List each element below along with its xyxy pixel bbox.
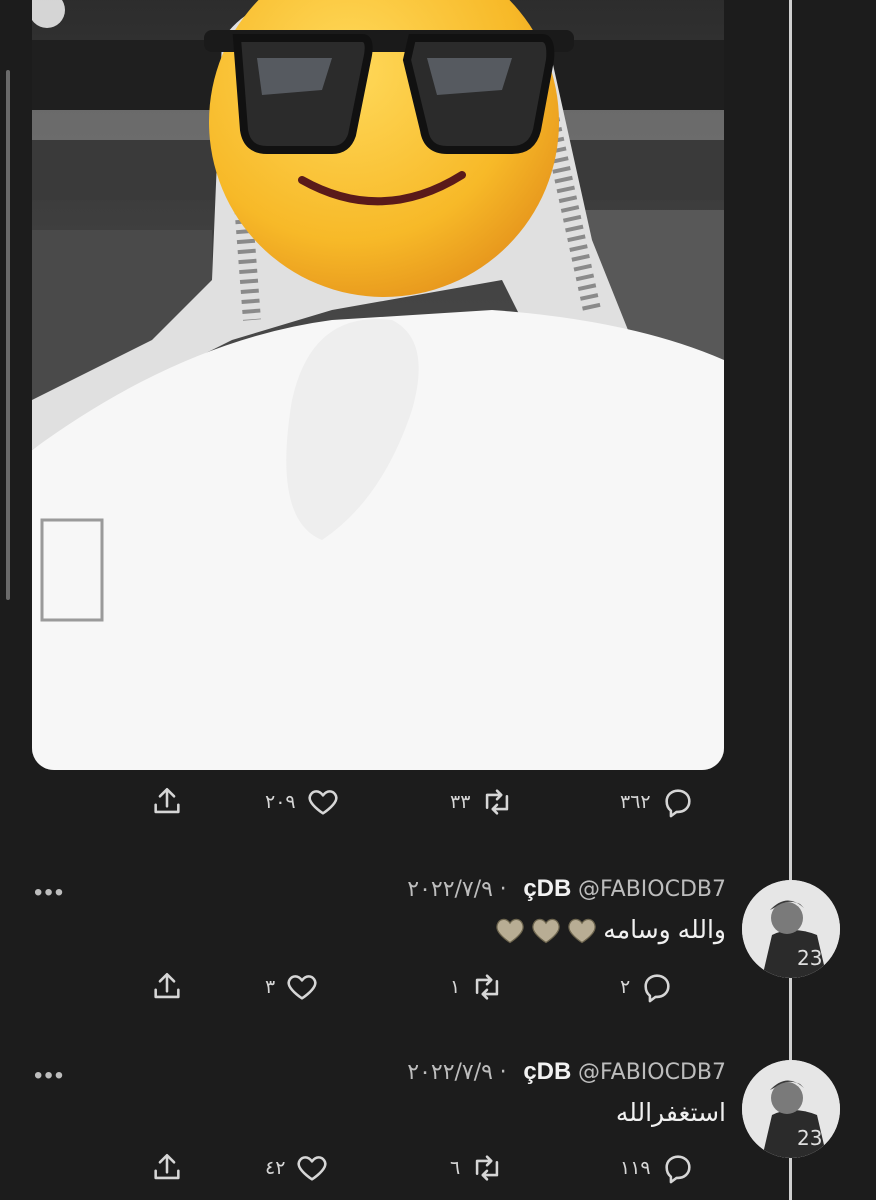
thread-line (789, 0, 792, 1200)
comment-bubble-icon (665, 1155, 691, 1184)
share-button[interactable] (150, 970, 184, 1004)
share-upload-icon (154, 787, 180, 814)
tweet-action-bar: ٣ ١ ٢ (150, 970, 730, 1010)
like-count: ٣ (265, 976, 276, 998)
reply-count: ١١٩ (620, 1157, 651, 1179)
tweet-text-content: استغفرالله (615, 1099, 726, 1127)
tweet-date[interactable]: ٢٠٢٢/٧/٩ (407, 877, 493, 902)
more-options-button[interactable]: ••• (34, 879, 65, 907)
heart-outline-icon (297, 1156, 327, 1181)
tweet-text: استغفرالله (616, 1098, 726, 1128)
retweet-count: ١ (450, 976, 461, 998)
share-upload-icon (154, 972, 180, 999)
avatar[interactable]: 23 (742, 1060, 840, 1158)
retweet-count: ٦ (450, 1157, 461, 1179)
tweet-meta: çDB @FABIOCDB7 · ٢٠٢٢/٧/٩ (407, 875, 726, 903)
retweet-icon (476, 974, 499, 1000)
tweet-text-content: والله وسامه (603, 916, 726, 944)
display-name[interactable]: çDB (523, 875, 571, 902)
retweet-button[interactable]: ٦ (450, 1151, 504, 1185)
svg-text:23: 23 (797, 946, 822, 970)
reply-button[interactable]: ٢ (620, 970, 674, 1004)
share-button[interactable] (150, 785, 184, 819)
reply-count: ٢ (620, 976, 631, 998)
retweet-icon (476, 1155, 499, 1181)
retweet-button[interactable]: ٣٣ (450, 785, 514, 819)
share-upload-icon (154, 1153, 180, 1180)
svg-text:23: 23 (797, 1126, 822, 1150)
tweet-meta: çDB @FABIOCDB7 · ٢٠٢٢/٧/٩ (407, 1058, 726, 1086)
avatar-image: 23 (742, 880, 840, 978)
like-button[interactable]: ٢٠٩ (265, 785, 340, 819)
avatar[interactable]: 23 (742, 880, 840, 978)
avatar-image: 23 (742, 1060, 840, 1158)
comment-bubble-icon (665, 789, 691, 818)
like-button[interactable]: ٣ (265, 970, 319, 1004)
like-count: ٢٠٩ (265, 791, 296, 813)
username[interactable]: @FABIOCDB7 (578, 1060, 726, 1085)
heart-outline-icon (308, 790, 338, 815)
tweet-date[interactable]: ٢٠٢٢/٧/٩ (407, 1060, 493, 1085)
tweet-action-bar: ٢٠٩ ٣٣ ٣٦٢ (150, 785, 730, 825)
white-heart-emoji-icon (568, 918, 596, 944)
white-heart-emoji-icon (496, 918, 524, 944)
reply-count: ٣٦٢ (620, 791, 651, 813)
like-button[interactable]: ٤٢ (265, 1151, 329, 1185)
retweet-icon (486, 789, 509, 815)
more-dots-icon: ••• (34, 879, 66, 906)
share-button[interactable] (150, 1151, 184, 1185)
white-heart-emoji-icon (532, 918, 560, 944)
more-dots-icon: ••• (34, 1062, 66, 1089)
tweet-text: والله وسامه (495, 915, 726, 945)
like-count: ٤٢ (265, 1157, 286, 1179)
scroll-indicator[interactable] (6, 70, 10, 600)
retweet-count: ٣٣ (450, 791, 471, 813)
photo-image (32, 0, 724, 770)
retweet-button[interactable]: ١ (450, 970, 504, 1004)
display-name[interactable]: çDB (523, 1058, 571, 1085)
meta-separator: · (499, 1060, 507, 1085)
tweet-action-bar: ٤٢ ٦ ١١٩ (150, 1151, 730, 1191)
more-options-button[interactable]: ••• (34, 1062, 65, 1090)
tweet-photo[interactable] (32, 0, 724, 770)
reply-button[interactable]: ٣٦٢ (620, 785, 695, 819)
heart-outline-icon (287, 975, 317, 1000)
comment-bubble-icon (644, 974, 670, 1003)
username[interactable]: @FABIOCDB7 (578, 877, 726, 902)
meta-separator: · (499, 877, 507, 902)
reply-button[interactable]: ١١٩ (620, 1151, 695, 1185)
